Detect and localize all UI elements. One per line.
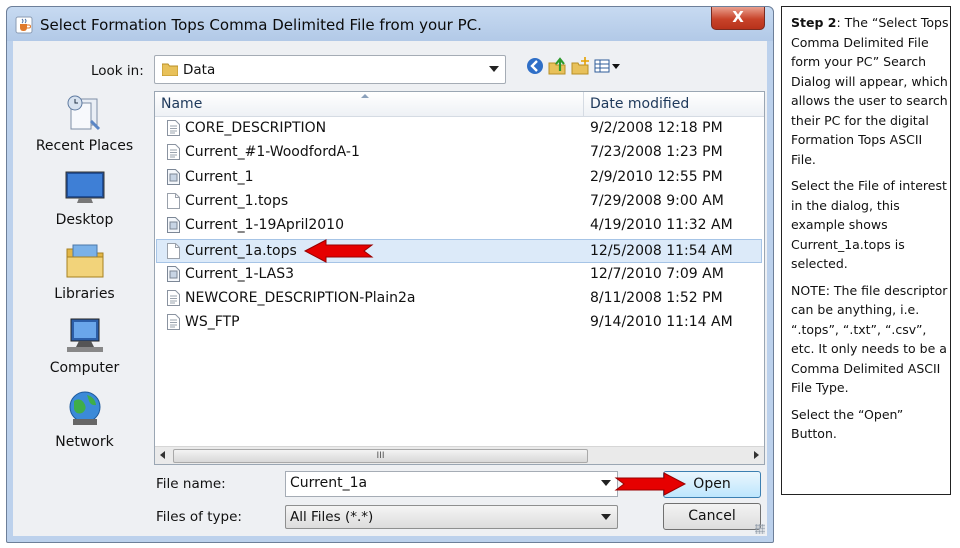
note-open: Select the “Open” Button. bbox=[791, 406, 904, 442]
scroll-thumb[interactable]: III bbox=[173, 449, 588, 463]
place-desktop[interactable]: Desktop bbox=[19, 165, 150, 239]
look-in-dropdown[interactable]: Data bbox=[154, 55, 506, 84]
blank-file-icon bbox=[167, 192, 180, 209]
file-name-cell: Current_1a.tops bbox=[185, 242, 297, 259]
back-icon[interactable] bbox=[525, 56, 545, 76]
files-of-type-dropdown[interactable]: All Files (*.*) bbox=[285, 505, 618, 529]
place-label: Recent Places bbox=[35, 138, 134, 154]
note-step: Step 2: The “Select Tops Comma Delimited… bbox=[791, 13, 950, 169]
file-name-input[interactable]: Current_1a bbox=[285, 471, 618, 497]
red-arrow-pointer-open bbox=[614, 472, 686, 496]
instruction-panel: Step 2: The “Select Tops Comma Delimited… bbox=[781, 6, 951, 495]
scroll-left-icon[interactable] bbox=[160, 451, 165, 459]
file-list[interactable]: Name Date modified CORE_DESCRIPTION 9/2/2… bbox=[154, 91, 765, 465]
file-date-cell: 9/14/2010 11:14 AM bbox=[590, 314, 733, 331]
chevron-down-icon[interactable] bbox=[601, 480, 611, 486]
file-name-cell: WS_FTP bbox=[185, 314, 240, 331]
text-file-icon bbox=[167, 120, 180, 136]
chevron-down-icon bbox=[489, 66, 499, 72]
dialog-body: Look in: Data Recent Places Desktop Libr… bbox=[13, 41, 767, 536]
file-date-cell: 7/29/2008 9:00 AM bbox=[590, 192, 724, 209]
place-label: Libraries bbox=[54, 286, 115, 302]
scroll-right-icon[interactable] bbox=[754, 451, 759, 459]
title-bar[interactable]: Select Formation Tops Comma Delimited Fi… bbox=[7, 7, 773, 41]
file-name-cell: Current_1-LAS3 bbox=[185, 265, 295, 282]
files-of-type-label: Files of type: bbox=[156, 509, 242, 525]
desktop-icon bbox=[65, 171, 105, 203]
chevron-down-icon bbox=[601, 514, 611, 520]
file-dialog: Select Formation Tops Comma Delimited Fi… bbox=[6, 6, 774, 543]
file-icon bbox=[167, 217, 180, 234]
places-bar: Recent Places Desktop Libraries Computer… bbox=[19, 91, 150, 461]
file-row[interactable]: Current_1.tops 7/29/2008 9:00 AM bbox=[157, 190, 761, 213]
file-icon bbox=[167, 265, 180, 282]
libraries-icon bbox=[66, 244, 104, 278]
place-recent-places[interactable]: Recent Places bbox=[19, 91, 150, 165]
file-date-cell: 12/5/2008 11:54 AM bbox=[590, 242, 733, 259]
column-divider[interactable] bbox=[583, 92, 584, 116]
up-folder-icon[interactable] bbox=[547, 56, 567, 76]
place-label: Computer bbox=[49, 360, 120, 376]
file-row[interactable]: Current_1-LAS3 12/7/2010 7:09 AM bbox=[157, 263, 761, 286]
note-step-text: : The “Select Tops Comma Delimited File … bbox=[791, 15, 949, 167]
look-in-value: Data bbox=[183, 62, 216, 78]
file-row[interactable]: NEWCORE_DESCRIPTION-Plain2a 8/11/2008 1:5… bbox=[157, 287, 761, 310]
file-name-cell: NEWCORE_DESCRIPTION-Plain2a bbox=[185, 290, 416, 307]
file-name-cell: Current_1.tops bbox=[185, 192, 289, 209]
file-date-cell: 4/19/2010 11:32 AM bbox=[590, 217, 733, 234]
java-cup-icon bbox=[15, 16, 33, 34]
blank-file-icon bbox=[167, 242, 180, 259]
file-row[interactable]: Current_1 2/9/2010 12:55 PM bbox=[157, 166, 761, 189]
recent-places-icon bbox=[67, 95, 101, 131]
place-computer[interactable]: Computer bbox=[19, 313, 150, 387]
note-descriptor: NOTE: The file descriptor can be anythin… bbox=[791, 282, 948, 396]
file-date-cell: 12/7/2010 7:09 AM bbox=[590, 265, 724, 282]
view-menu-icon[interactable] bbox=[594, 56, 622, 76]
note-select-file: Select the File of interest in the dialo… bbox=[791, 178, 947, 271]
file-date-cell: 2/9/2010 12:55 PM bbox=[590, 168, 723, 185]
look-in-label: Look in: bbox=[91, 63, 144, 79]
file-row[interactable]: WS_FTP 9/14/2010 11:14 AM bbox=[157, 311, 761, 334]
file-date-cell: 7/23/2008 1:23 PM bbox=[590, 144, 723, 161]
horizontal-scrollbar[interactable]: III bbox=[155, 446, 764, 464]
red-arrow-pointer-file bbox=[304, 239, 374, 263]
place-network[interactable]: Network bbox=[19, 387, 150, 461]
column-header-date[interactable]: Date modified bbox=[590, 96, 689, 112]
dialog-title: Select Formation Tops Comma Delimited Fi… bbox=[40, 16, 482, 34]
cancel-button[interactable]: Cancel bbox=[663, 503, 761, 530]
file-name-value: Current_1a bbox=[290, 475, 368, 491]
text-file-icon bbox=[167, 144, 180, 161]
computer-icon bbox=[67, 318, 103, 352]
file-name-label: File name: bbox=[156, 476, 226, 492]
place-label: Desktop bbox=[55, 212, 114, 228]
file-date-cell: 8/11/2008 1:52 PM bbox=[590, 290, 723, 307]
files-of-type-value: All Files (*.*) bbox=[290, 509, 374, 525]
file-row-selected[interactable]: Current_1a.tops 12/5/2008 11:54 AM bbox=[156, 238, 762, 263]
file-name-cell: Current_1 bbox=[185, 168, 254, 185]
file-name-cell: Current_1-19April2010 bbox=[185, 217, 344, 234]
text-file-icon bbox=[167, 290, 180, 307]
file-row[interactable]: Current_#1-WoodfordA-1 7/23/2008 1:23 PM bbox=[157, 141, 761, 164]
place-libraries[interactable]: Libraries bbox=[19, 239, 150, 313]
text-file-icon bbox=[167, 314, 180, 331]
column-header-name[interactable]: Name bbox=[161, 96, 202, 112]
close-button[interactable]: X bbox=[711, 7, 765, 30]
file-date-cell: 9/2/2008 12:18 PM bbox=[590, 120, 723, 136]
file-row[interactable]: CORE_DESCRIPTION 9/2/2008 12:18 PM bbox=[157, 117, 761, 140]
folder-icon bbox=[162, 63, 178, 76]
note-step-title: Step 2 bbox=[791, 15, 837, 30]
file-list-header: Name Date modified bbox=[155, 92, 764, 117]
sort-ascending-icon bbox=[361, 94, 369, 98]
network-icon bbox=[69, 391, 101, 425]
place-label: Network bbox=[55, 434, 114, 450]
file-name-cell: Current_#1-WoodfordA-1 bbox=[185, 144, 360, 161]
new-folder-icon[interactable] bbox=[570, 56, 590, 76]
file-row[interactable]: Current_1-19April2010 4/19/2010 11:32 AM bbox=[157, 214, 761, 237]
resize-grip[interactable] bbox=[755, 524, 765, 534]
file-name-cell: CORE_DESCRIPTION bbox=[185, 120, 327, 136]
file-icon bbox=[167, 168, 180, 185]
